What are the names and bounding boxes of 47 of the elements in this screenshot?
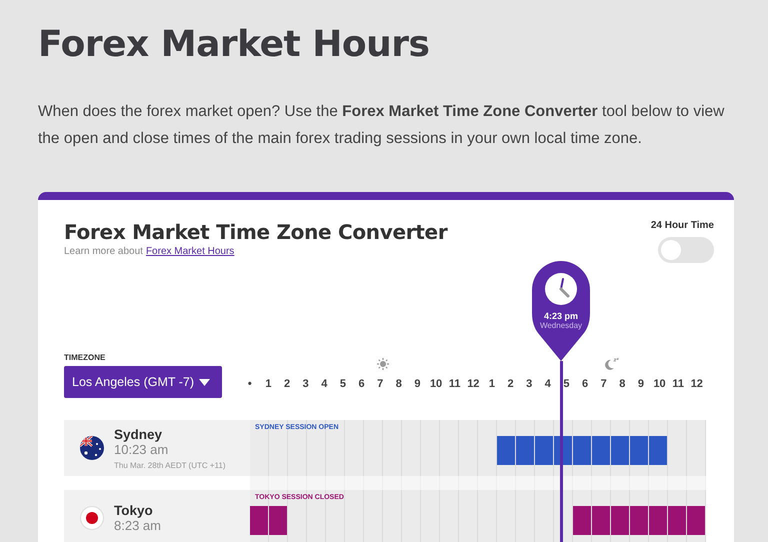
hour-label: 1 (488, 378, 496, 390)
caret-icon (199, 378, 210, 386)
converter-title: Forex Market Time Zone Converter (64, 220, 448, 244)
japan-flag-icon (80, 506, 104, 530)
hour-label: 2 (506, 378, 515, 390)
city-time: 10:23 am (114, 442, 170, 456)
hour-label: 3 (525, 378, 534, 390)
hour-label: 4 (544, 378, 552, 390)
hour-label: 6 (581, 378, 590, 390)
hour-label: 10 (428, 378, 444, 390)
hour-label: 7 (376, 378, 384, 390)
hour-label: 8 (618, 378, 626, 390)
hour-label: 12 (690, 378, 704, 390)
city-date: Thu Mar. 28th AEDT (UTC +11) (114, 460, 226, 470)
hour-label: 9 (636, 378, 645, 390)
hour-label: 11 (448, 378, 462, 390)
hour-label: 5 (338, 378, 347, 390)
marker-day: Wednesday (540, 321, 582, 330)
sun-icon (377, 358, 389, 370)
hour-label: 5 (562, 378, 570, 390)
hour-label: 12 (466, 378, 480, 390)
intro-paragraph: When does the forex market open? Use the Forex Market Time Zone Converter tool below to view the open and close times of the main forex trading sessions in your own local time zone. (38, 102, 726, 149)
hour-label: 3 (302, 378, 310, 390)
hour-label: 7 (600, 378, 608, 390)
market-hours-link[interactable]: Forex Market Hours (146, 246, 234, 257)
moon-icon (605, 358, 619, 370)
marker-time: 4:23 pm (544, 311, 578, 321)
clock-icon (545, 273, 577, 305)
hour-label: 4 (320, 378, 328, 390)
toggle-label: 24 Hour Time (650, 220, 714, 231)
hour-label: 6 (358, 378, 366, 390)
toggle-switch[interactable] (658, 237, 714, 263)
hour-label: 8 (394, 378, 403, 390)
city-name: Sydney (114, 426, 164, 442)
timezone-label: TIMEZONE (64, 353, 106, 362)
city-time: 8:23 am (114, 518, 161, 533)
timezone-dropdown[interactable]: Los Angeles (GMT -7) (64, 366, 222, 398)
hour-label: 2 (283, 378, 292, 390)
hour-label: • (246, 378, 253, 390)
hour-label: 9 (413, 378, 422, 390)
australia-flag-icon (80, 436, 104, 460)
page-title: Forex Market Hours (38, 23, 430, 67)
hour-label: 11 (671, 378, 685, 390)
hour-label: 1 (264, 378, 272, 390)
subtitle-text: Learn more about (64, 246, 143, 257)
city-name: Tokyo (114, 503, 154, 518)
hour-label: 10 (652, 378, 667, 390)
